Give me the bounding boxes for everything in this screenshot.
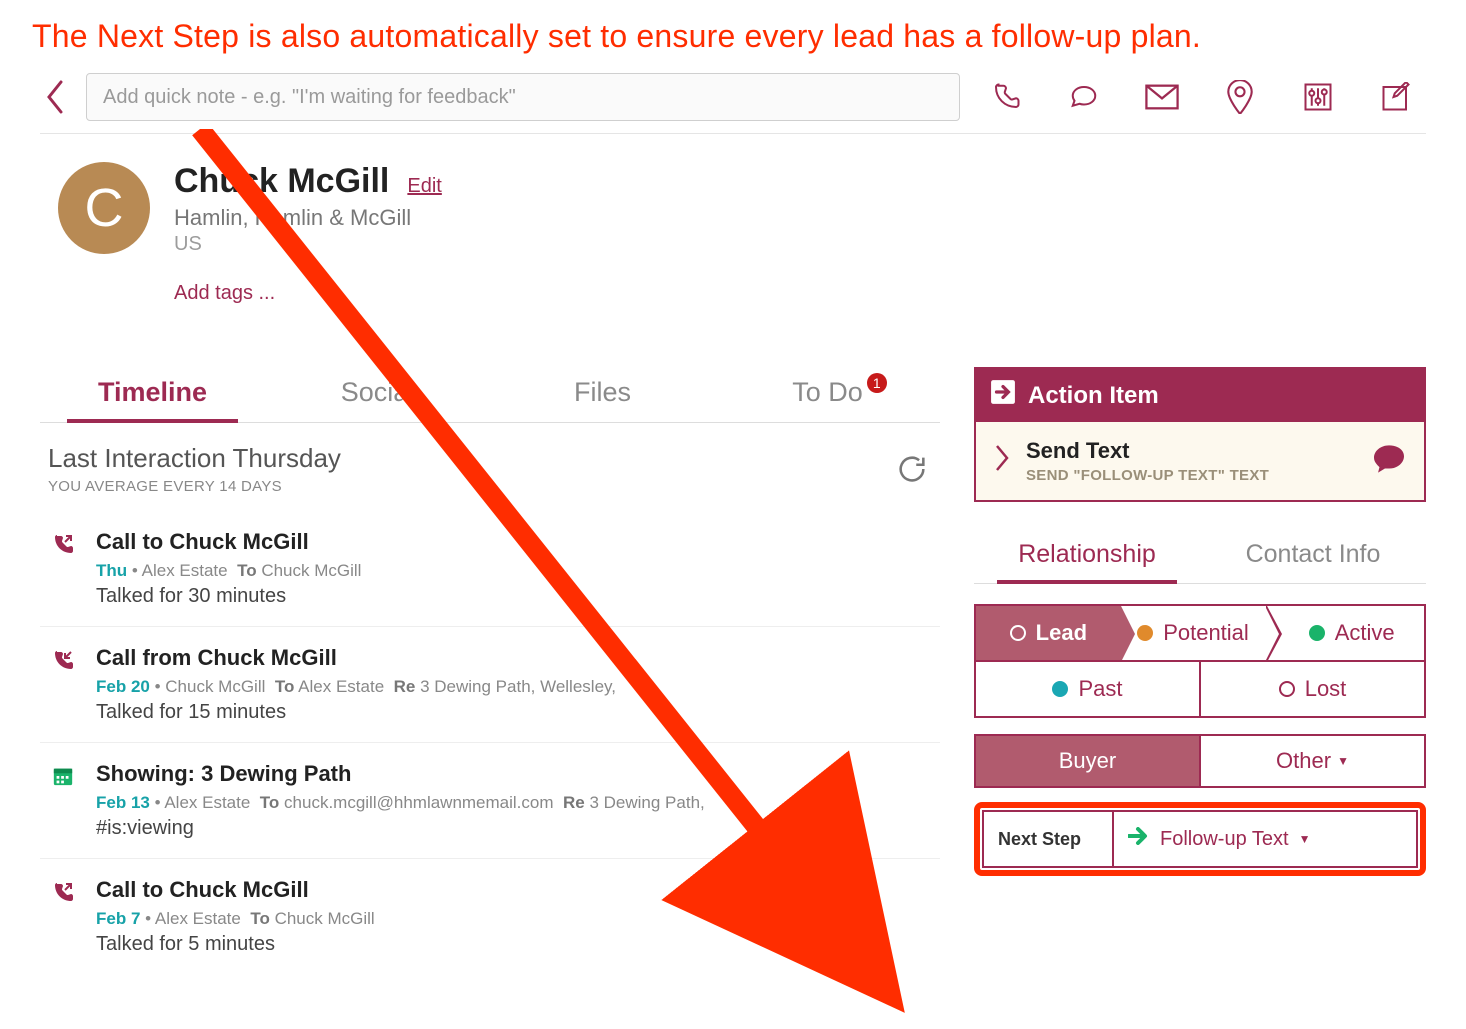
settings-icon[interactable] <box>1300 79 1336 115</box>
todo-badge: 1 <box>867 373 887 393</box>
phone-icon[interactable] <box>988 79 1024 115</box>
timeline-title: Showing: 3 Dewing Path <box>96 761 932 787</box>
subtab-contact-info[interactable]: Contact Info <box>1200 530 1426 583</box>
tab-timeline[interactable]: Timeline <box>40 367 265 422</box>
action-sub: SEND "FOLLOW-UP TEXT" TEXT <box>1026 464 1356 484</box>
role-buyer[interactable]: Buyer <box>976 736 1199 786</box>
refresh-icon[interactable] <box>892 449 932 489</box>
caret-down-icon: ▼ <box>1337 754 1349 768</box>
last-interaction-title: Last Interaction Thursday <box>48 443 341 474</box>
last-interaction-sub: YOU AVERAGE EVERY 14 DAYS <box>48 474 341 495</box>
role-other[interactable]: Other ▼ <box>1199 736 1424 786</box>
call-in-icon <box>48 645 78 724</box>
timeline-detail: Talked for 15 minutes <box>96 701 932 724</box>
right-subtabs: Relationship Contact Info <box>974 530 1426 584</box>
timeline-title: Call from Chuck McGill <box>96 645 932 671</box>
tab-todo[interactable]: To Do1 <box>715 367 940 422</box>
call-out-icon <box>48 877 78 956</box>
contact-company: Hamlin, Hamlin & McGill <box>174 201 442 231</box>
next-step-select[interactable]: Follow-up Text ▼ <box>1114 812 1416 866</box>
add-tags-link[interactable]: Add tags ... <box>174 256 442 305</box>
role-row: Buyer Other ▼ <box>974 734 1426 788</box>
top-bar <box>40 65 1426 134</box>
contact-header: C Chuck McGill Edit Hamlin, Hamlin & McG… <box>40 134 1426 315</box>
status-stage-row: Lead Potential Active <box>974 604 1426 662</box>
quick-note-input[interactable] <box>86 73 960 121</box>
action-title: Send Text <box>1026 438 1356 464</box>
main-tabs: Timeline Social Files To Do1 <box>40 367 940 423</box>
timeline-title: Call to Chuck McGill <box>96 529 932 555</box>
timeline-detail: Talked for 5 minutes <box>96 933 932 956</box>
edit-icon[interactable] <box>1378 79 1414 115</box>
action-item-panel: Action Item Send Text SEND "FOLLOW-UP TE… <box>974 367 1426 502</box>
timeline-item[interactable]: Call to Chuck McGill Feb 7 • Alex Estate… <box>40 858 940 974</box>
call-out-icon <box>48 529 78 608</box>
status-potential[interactable]: Potential <box>1121 606 1266 660</box>
email-icon[interactable] <box>1144 79 1180 115</box>
tab-social[interactable]: Social <box>265 367 490 422</box>
chevron-right-icon <box>994 443 1010 480</box>
timeline-item[interactable]: Call from Chuck McGill Feb 20 • Chuck Mc… <box>40 626 940 742</box>
action-item-header: Action Item <box>1028 382 1159 410</box>
avatar: C <box>58 162 150 254</box>
location-icon[interactable] <box>1222 79 1258 115</box>
caret-down-icon: ▼ <box>1299 832 1311 846</box>
timeline-item[interactable]: Call to Chuck McGill Thu • Alex Estate T… <box>40 511 940 626</box>
timeline-list: Call to Chuck McGill Thu • Alex Estate T… <box>40 501 940 974</box>
edit-link[interactable]: Edit <box>407 175 441 198</box>
status-past[interactable]: Past <box>976 662 1201 716</box>
status-active[interactable]: Active <box>1265 606 1424 660</box>
annotation-text: The Next Step is also automatically set … <box>0 0 1466 65</box>
calendar-icon <box>48 761 78 840</box>
arrow-right-icon <box>990 379 1016 412</box>
chat-bubble-icon <box>1372 444 1406 479</box>
contact-name: Chuck McGill <box>174 162 389 201</box>
action-item[interactable]: Send Text SEND "FOLLOW-UP TEXT" TEXT <box>976 422 1424 500</box>
back-icon[interactable] <box>40 77 70 117</box>
timeline-detail: Talked for 30 minutes <box>96 585 932 608</box>
status-lost[interactable]: Lost <box>1201 662 1424 716</box>
timeline-detail: #is:viewing <box>96 817 932 840</box>
tab-files[interactable]: Files <box>490 367 715 422</box>
arrow-right-icon <box>1128 827 1150 851</box>
status-lead[interactable]: Lead <box>976 606 1121 660</box>
timeline-title: Call to Chuck McGill <box>96 877 932 903</box>
contact-country: US <box>174 231 442 256</box>
timeline-item[interactable]: Showing: 3 Dewing Path Feb 13 • Alex Est… <box>40 742 940 858</box>
chat-icon[interactable] <box>1066 79 1102 115</box>
subtab-relationship[interactable]: Relationship <box>974 530 1200 583</box>
next-step-highlight: Next Step Follow-up Text ▼ <box>974 802 1426 876</box>
next-step-label: Next Step <box>984 812 1114 866</box>
